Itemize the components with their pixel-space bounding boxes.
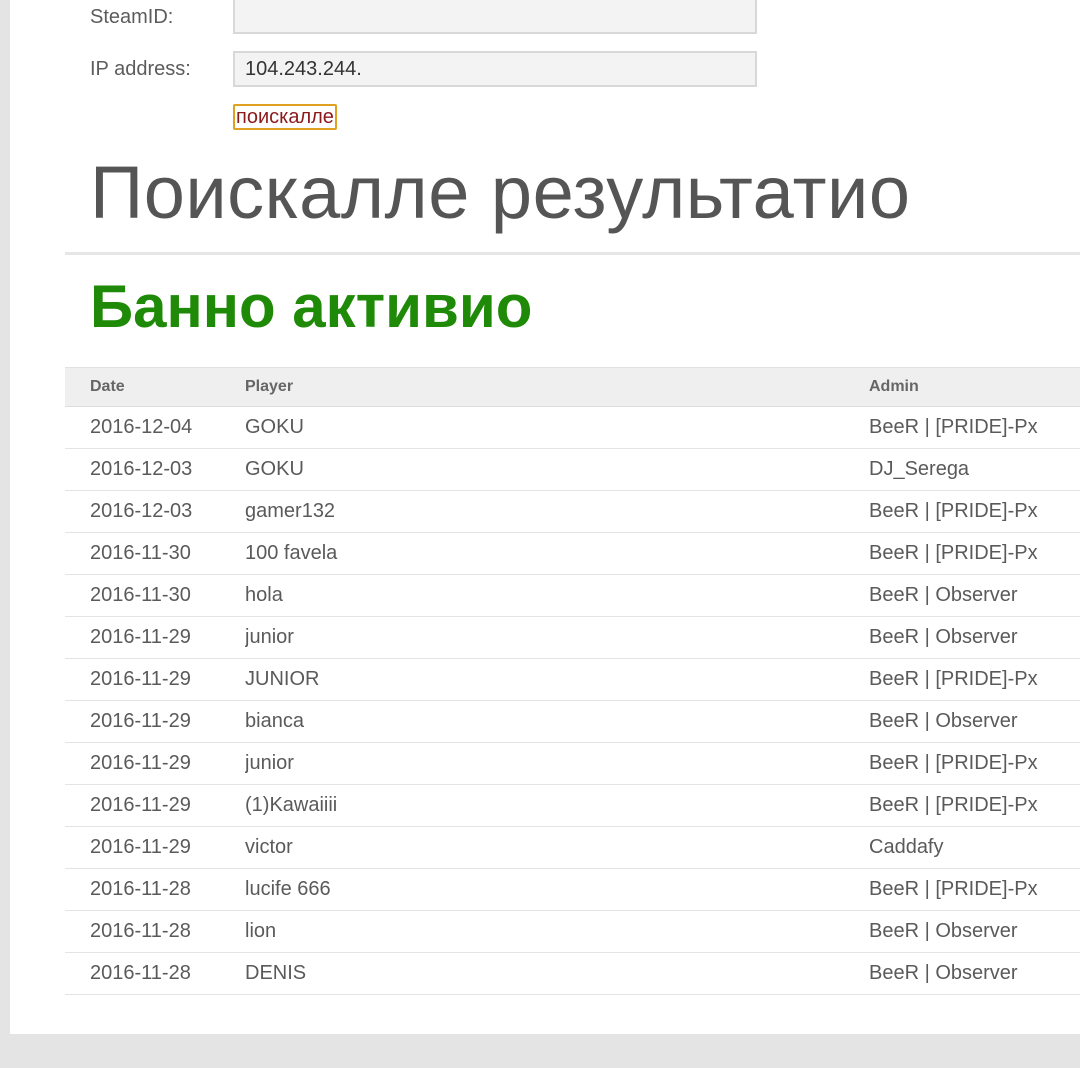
bans-heading: Банно активио (90, 273, 533, 340)
cell-admin: DJ_Serega (869, 458, 970, 480)
cell-player: GOKU (245, 416, 304, 438)
cell-player: 100 favela (245, 542, 338, 564)
cell-player: (1)Kawaiiii (245, 794, 338, 816)
cell-date: 2016-11-28 (90, 962, 191, 984)
table-row[interactable]: 2016-11-30 hola BeeR | Observer (65, 575, 1080, 617)
table-row[interactable]: 2016-11-28 DENIS BeeR | Observer (65, 953, 1080, 995)
cell-player: GOKU (245, 458, 304, 480)
header-date[interactable]: Date (65, 368, 245, 407)
cell-player: bianca (245, 710, 304, 732)
cell-player: junior (245, 626, 294, 648)
cell-player: victor (245, 836, 293, 858)
cell-admin: BeeR | Observer (869, 920, 1018, 942)
steamid-label: SteamID: (90, 5, 174, 28)
results-title: Поискалле результатио (90, 151, 911, 234)
page-content: SteamID: IP address: поискалле Поискалле… (10, 0, 1080, 1034)
header-player[interactable]: Player (245, 368, 869, 407)
cell-date: 2016-11-29 (90, 752, 191, 774)
cell-date: 2016-12-04 (90, 416, 193, 438)
cell-player: DENIS (245, 962, 307, 984)
cell-player: gamer132 (245, 500, 336, 522)
bans-table: Date Player Admin 2016-12-04 GOKU BeeR | [… (65, 367, 1080, 995)
cell-admin: BeeR | [PRIDE]-Px (869, 416, 1038, 438)
table-header-row: Date Player Admin (65, 367, 1080, 407)
table-row[interactable]: 2016-11-28 lion BeeR | Observer (65, 911, 1080, 953)
steamid-row: SteamID: (90, 0, 757, 34)
cell-admin: BeeR | Observer (869, 584, 1018, 606)
table-row[interactable]: 2016-11-29 victor Caddafy (65, 827, 1080, 869)
cell-date: 2016-11-29 (90, 836, 191, 858)
table-row[interactable]: 2016-11-29 (1)Kawaiiii BeeR | [PRIDE]-Px (65, 785, 1080, 827)
cell-admin: BeeR | [PRIDE]-Px (869, 542, 1038, 564)
cell-admin: Caddafy (869, 836, 944, 858)
cell-admin: BeeR | Observer (869, 626, 1018, 648)
cell-date: 2016-11-29 (90, 710, 191, 732)
cell-date: 2016-11-29 (90, 794, 191, 816)
cell-date: 2016-11-29 (90, 626, 191, 648)
cell-admin: BeeR | Observer (869, 710, 1018, 732)
cell-date: 2016-12-03 (90, 500, 193, 522)
cell-admin: BeeR | [PRIDE]-Px (869, 794, 1038, 816)
table-row[interactable]: 2016-12-03 gamer132 BeeR | [PRIDE]-Px (65, 491, 1080, 533)
table-row[interactable]: 2016-11-29 junior BeeR | [PRIDE]-Px (65, 743, 1080, 785)
cell-admin: BeeR | Observer (869, 962, 1018, 984)
cell-date: 2016-11-30 (90, 542, 191, 564)
ip-input[interactable] (233, 51, 757, 87)
section-divider (65, 252, 1080, 255)
cell-date: 2016-11-28 (90, 920, 191, 942)
table-row[interactable]: 2016-12-04 GOKU BeeR | [PRIDE]-Px (65, 407, 1080, 449)
cell-admin: BeeR | [PRIDE]-Px (869, 500, 1038, 522)
cell-date: 2016-11-30 (90, 584, 191, 606)
ip-row: IP address: (90, 51, 757, 87)
steamid-input[interactable] (233, 0, 757, 34)
cell-player: junior (245, 752, 294, 774)
cell-date: 2016-12-03 (90, 458, 193, 480)
cell-player: hola (245, 584, 283, 606)
cell-player: lion (245, 920, 277, 942)
ip-label: IP address: (90, 57, 191, 80)
search-button[interactable]: поискалле (233, 104, 337, 130)
table-body: 2016-12-04 GOKU BeeR | [PRIDE]-Px 2016-12-0… (65, 407, 1080, 995)
table-row[interactable]: 2016-11-29 junior BeeR | Observer (65, 617, 1080, 659)
cell-player: JUNIOR (245, 668, 320, 690)
table-row[interactable]: 2016-12-03 GOKU DJ_Serega (65, 449, 1080, 491)
cell-player: lucife 666 (245, 878, 331, 900)
cell-date: 2016-11-28 (90, 878, 191, 900)
cell-admin: BeeR | [PRIDE]-Px (869, 752, 1038, 774)
cell-admin: BeeR | [PRIDE]-Px (869, 878, 1038, 900)
table-row[interactable]: 2016-11-30 100 favela BeeR | [PRIDE]-Px (65, 533, 1080, 575)
cell-admin: BeeR | [PRIDE]-Px (869, 668, 1038, 690)
cell-date: 2016-11-29 (90, 668, 191, 690)
table-row[interactable]: 2016-11-29 JUNIOR BeeR | [PRIDE]-Px (65, 659, 1080, 701)
table-row[interactable]: 2016-11-28 lucife 666 BeeR | [PRIDE]-Px (65, 869, 1080, 911)
header-admin[interactable]: Admin (869, 368, 1080, 407)
table-row[interactable]: 2016-11-29 bianca BeeR | Observer (65, 701, 1080, 743)
